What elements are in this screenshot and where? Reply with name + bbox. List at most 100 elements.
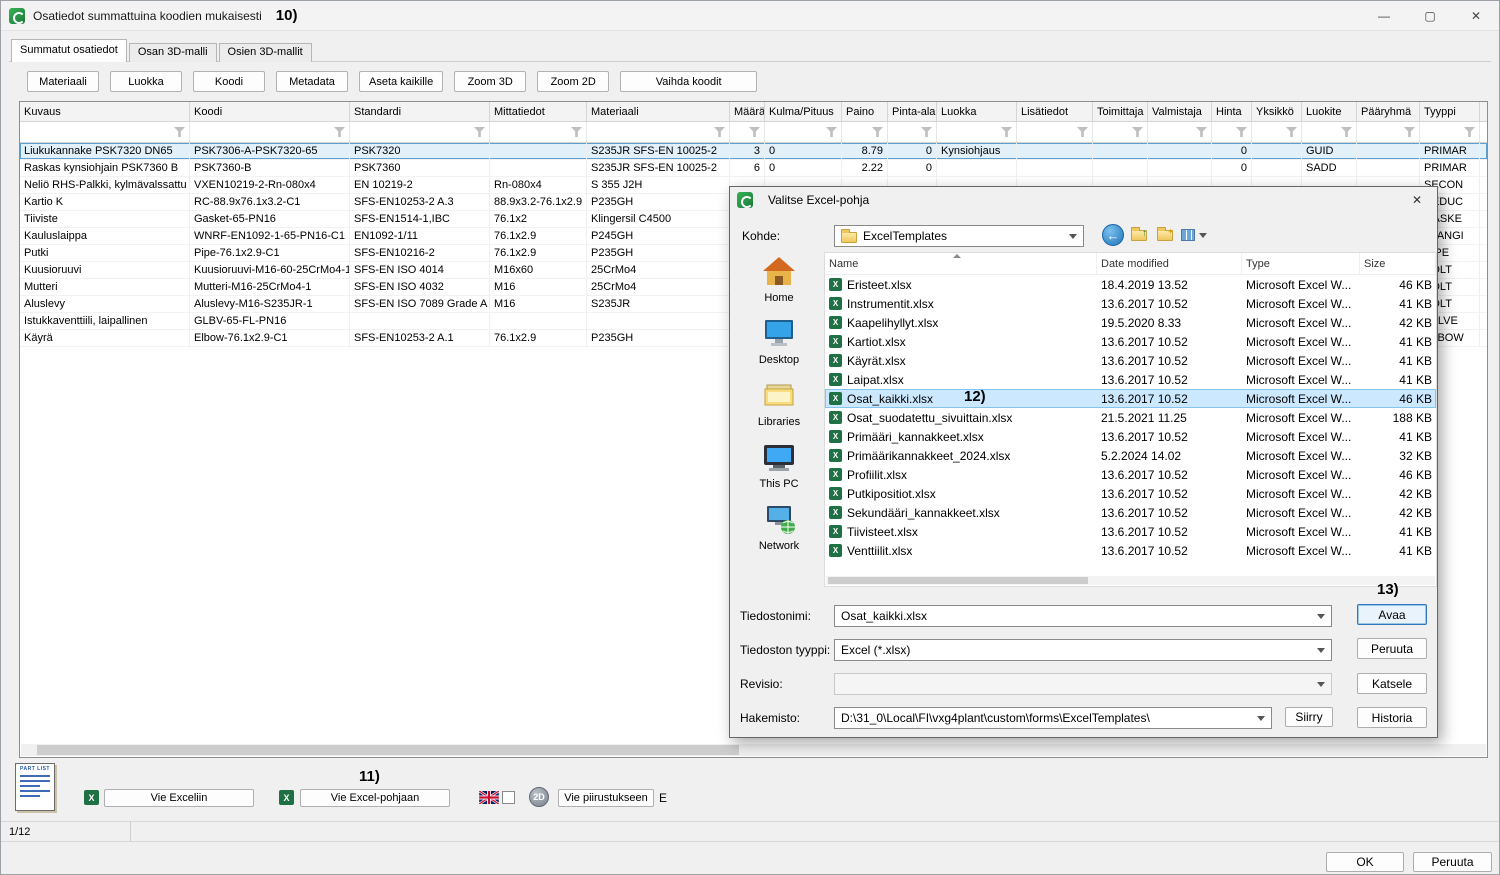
file-list-scrollbar[interactable] [826, 576, 1435, 585]
export-excel-button[interactable]: Vie Exceliin [104, 789, 254, 807]
toolbar-button-materiaali[interactable]: Materiaali [27, 71, 99, 92]
file-list-scrollbar-thumb[interactable] [828, 577, 1088, 584]
column-header-m-r[interactable]: Määrä [730, 102, 765, 121]
filter-icon[interactable] [1464, 127, 1475, 137]
dialog-close-button[interactable]: ✕ [1397, 187, 1437, 213]
tab-summatut-osatiedot[interactable]: Summatut osatiedot [11, 39, 127, 62]
file-row[interactable]: XKäyrät.xlsx13.6.2017 10.52Microsoft Exc… [825, 351, 1436, 370]
column-header-toimittaja[interactable]: Toimittaja [1093, 102, 1148, 121]
filter-icon[interactable] [571, 127, 582, 137]
filter-icon[interactable] [1001, 127, 1012, 137]
close-button[interactable]: ✕ [1453, 1, 1499, 31]
filter-icon[interactable] [174, 127, 185, 137]
toolbar-button-aseta-kaikille[interactable]: Aseta kaikille [359, 71, 443, 92]
ok-button[interactable]: OK [1326, 852, 1404, 872]
table-row[interactable]: Raskas kynsiohjain PSK7360 BPSK7360-BPSK… [20, 160, 1487, 177]
toolbar-button-vaihda-koodit[interactable]: Vaihda koodit [620, 71, 757, 92]
filter-icon[interactable] [1132, 127, 1143, 137]
file-row[interactable]: XTiivisteet.xlsx13.6.2017 10.52Microsoft… [825, 522, 1436, 541]
place-network[interactable]: Network [740, 503, 818, 565]
filter-icon[interactable] [1236, 127, 1247, 137]
file-row[interactable]: XOsat_suodatettu_sivuittain.xlsx21.5.202… [825, 408, 1436, 427]
column-header-kulma-pituus[interactable]: Kulma/Pituus [765, 102, 842, 121]
toolbar-button-luokka[interactable]: Luokka [110, 71, 182, 92]
place-home[interactable]: Home [740, 255, 818, 317]
dialog-cancel-button[interactable]: Peruuta [1357, 638, 1427, 659]
filter-icon[interactable] [1341, 127, 1352, 137]
file-list-column-name[interactable]: Name [825, 253, 1097, 274]
part-list-icon[interactable]: PART LIST [15, 763, 55, 811]
filter-icon[interactable] [872, 127, 883, 137]
column-header-valmistaja[interactable]: Valmistaja [1148, 102, 1212, 121]
filter-icon[interactable] [334, 127, 345, 137]
file-row[interactable]: XPutkipositiot.xlsx13.6.2017 10.52Micros… [825, 484, 1436, 503]
new-folder-button[interactable]: ✦ [1154, 224, 1176, 246]
filetype-combo[interactable]: Excel (*.xlsx) [834, 639, 1332, 661]
column-header-luokite[interactable]: Luokite [1302, 102, 1357, 121]
file-row[interactable]: XKartiot.xlsx13.6.2017 10.52Microsoft Ex… [825, 332, 1436, 351]
file-row[interactable]: XPrimäärikannakkeet_2024.xlsx5.2.2024 14… [825, 446, 1436, 465]
back-button[interactable]: ← [1102, 224, 1124, 246]
filter-icon[interactable] [826, 127, 837, 137]
english-checkbox[interactable] [502, 791, 515, 804]
tab-osien-3d-mallit[interactable]: Osien 3D-mallit [219, 43, 312, 62]
maximize-button[interactable]: ▢ [1407, 1, 1453, 31]
column-header-mittatiedot[interactable]: Mittatiedot [490, 102, 587, 121]
place-libraries[interactable]: Libraries [740, 379, 818, 441]
up-folder-button[interactable]: ↑ [1128, 224, 1150, 246]
filter-icon[interactable] [1286, 127, 1297, 137]
open-button[interactable]: Avaa [1357, 604, 1427, 625]
scrollbar-thumb[interactable] [37, 745, 739, 755]
filter-icon[interactable] [1404, 127, 1415, 137]
filter-icon[interactable] [1077, 127, 1088, 137]
file-row[interactable]: XProfiilit.xlsx13.6.2017 10.52Microsoft … [825, 465, 1436, 484]
cancel-button[interactable]: Peruuta [1413, 852, 1492, 872]
column-header-yksikk[interactable]: Yksikkö [1252, 102, 1302, 121]
column-header-paino[interactable]: Paino [842, 102, 888, 121]
views-button[interactable] [1180, 224, 1208, 246]
filename-combo[interactable]: Osat_kaikki.xlsx [834, 605, 1332, 627]
file-list-column-size[interactable]: Size [1360, 253, 1436, 274]
folder-combo[interactable]: ExcelTemplates [834, 225, 1084, 247]
filter-icon[interactable] [749, 127, 760, 137]
export-excel-template-button[interactable]: Vie Excel-pohjaan [300, 789, 450, 807]
column-header-pinta-ala[interactable]: Pinta-ala [888, 102, 937, 121]
toolbar-button-koodi[interactable]: Koodi [193, 71, 265, 92]
minimize-button[interactable]: — [1361, 1, 1407, 31]
go-button[interactable]: Siirry [1285, 707, 1333, 727]
file-row[interactable]: XEristeet.xlsx18.4.2019 13.52Microsoft E… [825, 275, 1436, 294]
file-row[interactable]: XKaapelihyllyt.xlsx19.5.2020 8.33Microso… [825, 313, 1436, 332]
filter-icon[interactable] [714, 127, 725, 137]
file-row[interactable]: XInstrumentit.xlsx13.6.2017 10.52Microso… [825, 294, 1436, 313]
place-this-pc[interactable]: This PC [740, 441, 818, 503]
column-header-tyyppi[interactable]: Tyyppi [1420, 102, 1480, 121]
place-desktop[interactable]: Desktop [740, 317, 818, 379]
file-list-column-date-modified[interactable]: Date modified [1097, 253, 1242, 274]
filter-icon[interactable] [1196, 127, 1207, 137]
column-header-kuvaus[interactable]: Kuvaus [20, 102, 190, 121]
column-header-luokka[interactable]: Luokka [937, 102, 1017, 121]
toolbar-button-metadata[interactable]: Metadata [276, 71, 348, 92]
file-row[interactable]: XSekundääri_kannakkeet.xlsx13.6.2017 10.… [825, 503, 1436, 522]
horizontal-scrollbar[interactable] [21, 744, 1486, 756]
file-row[interactable]: XLaipat.xlsx13.6.2017 10.52Microsoft Exc… [825, 370, 1436, 389]
export-drawing-button[interactable]: Vie piirustukseen [558, 789, 654, 807]
column-header-materiaali[interactable]: Materiaali [587, 102, 730, 121]
filter-icon[interactable] [921, 127, 932, 137]
toolbar-button-zoom-3d[interactable]: Zoom 3D [454, 71, 526, 92]
table-row[interactable]: Liukukannake PSK7320 DN65PSK7306-A-PSK73… [20, 143, 1487, 160]
history-button[interactable]: Historia [1357, 707, 1427, 728]
toolbar-button-zoom-2d[interactable]: Zoom 2D [537, 71, 609, 92]
file-row[interactable]: XOsat_kaikki.xlsx13.6.2017 10.52Microsof… [825, 389, 1436, 408]
file-row[interactable]: XPrimääri_kannakkeet.xlsx13.6.2017 10.52… [825, 427, 1436, 446]
column-header-hinta[interactable]: Hinta [1212, 102, 1252, 121]
file-list-column-type[interactable]: Type [1242, 253, 1360, 274]
directory-combo[interactable]: D:\31_0\Local\FI\vxg4plant\custom\forms\… [834, 707, 1272, 729]
view-button[interactable]: Katsele [1357, 673, 1427, 694]
filter-icon[interactable] [474, 127, 485, 137]
file-row[interactable]: XVenttiilit.xlsx13.6.2017 10.52Microsoft… [825, 541, 1436, 560]
column-header-p-ryhm[interactable]: Pääryhmä [1357, 102, 1420, 121]
tab-osan-3d-malli[interactable]: Osan 3D-malli [129, 43, 217, 62]
column-header-lis-tiedot[interactable]: Lisätiedot [1017, 102, 1093, 121]
column-header-standardi[interactable]: Standardi [350, 102, 490, 121]
